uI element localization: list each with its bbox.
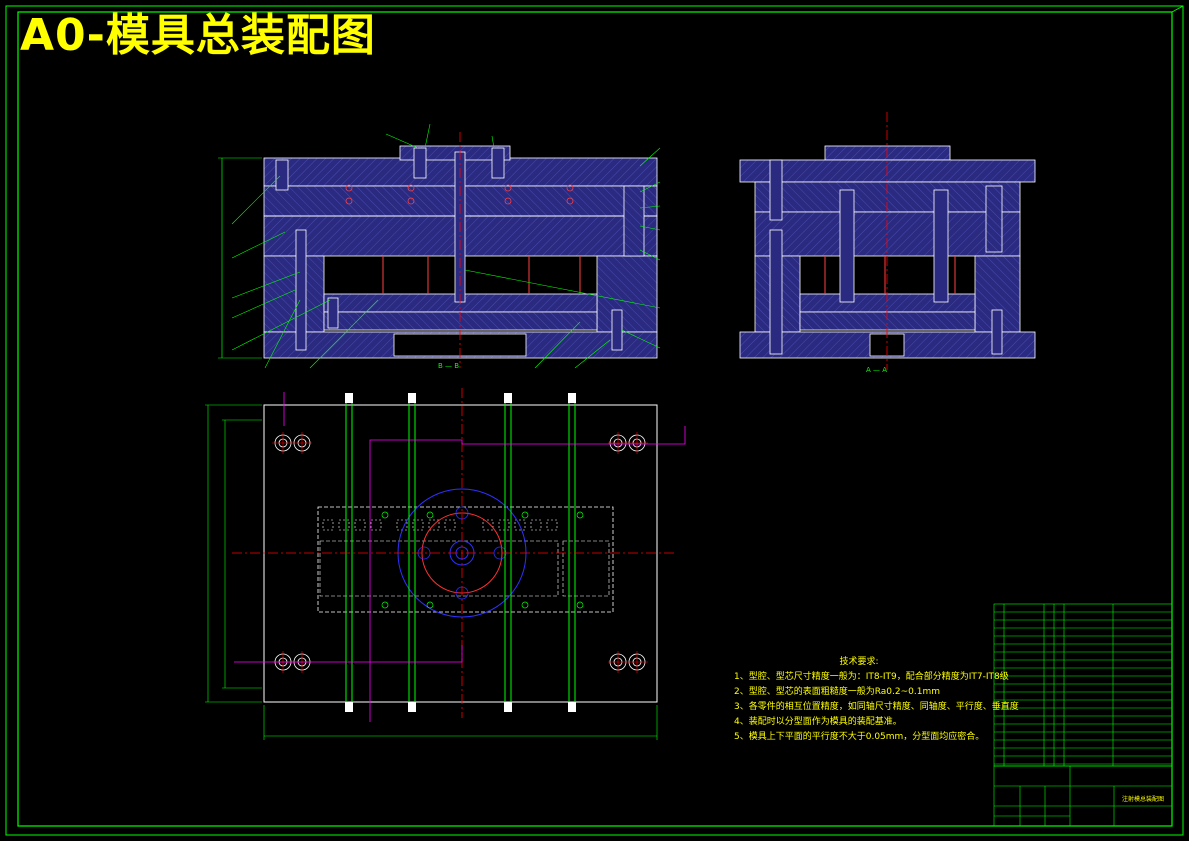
tech-requirement-item: 1、型腔、型芯尺寸精度一般为：IT8-IT9，配合部分精度为IT7-IT8级 — [734, 672, 1009, 682]
side-section-view — [739, 112, 1036, 370]
tech-requirements-heading: 技术要求: — [839, 657, 879, 667]
section-label-bb: B — B — [438, 362, 460, 370]
title-block-drawing-name: 注射模总装配图 — [1122, 796, 1165, 803]
section-label-aa: A — A — [866, 366, 888, 374]
plan-view — [205, 388, 686, 740]
technical-requirements: 技术要求: 1、型腔、型芯尺寸精度一般为：IT8-IT9，配合部分精度为IT7-… — [734, 655, 1019, 745]
tech-requirement-item: 2、型腔、型芯的表面粗糙度一般为Ra0.2~0.1mm — [734, 687, 940, 697]
parts-list — [993, 603, 1173, 767]
tech-requirement-item: 4、装配时以分型面作为模具的装配基准。 — [734, 717, 902, 727]
drawing-title: A0-模具总装配图 — [20, 10, 376, 61]
tech-requirement-item: 5、模具上下平面的平行度不大于0.05mm，分型面均应密合。 — [734, 732, 985, 742]
main-section-view — [218, 123, 661, 369]
tech-requirement-item: 3、各零件的相互位置精度，如同轴尺寸精度、同轴度、平行度、垂直度 — [734, 702, 1019, 712]
